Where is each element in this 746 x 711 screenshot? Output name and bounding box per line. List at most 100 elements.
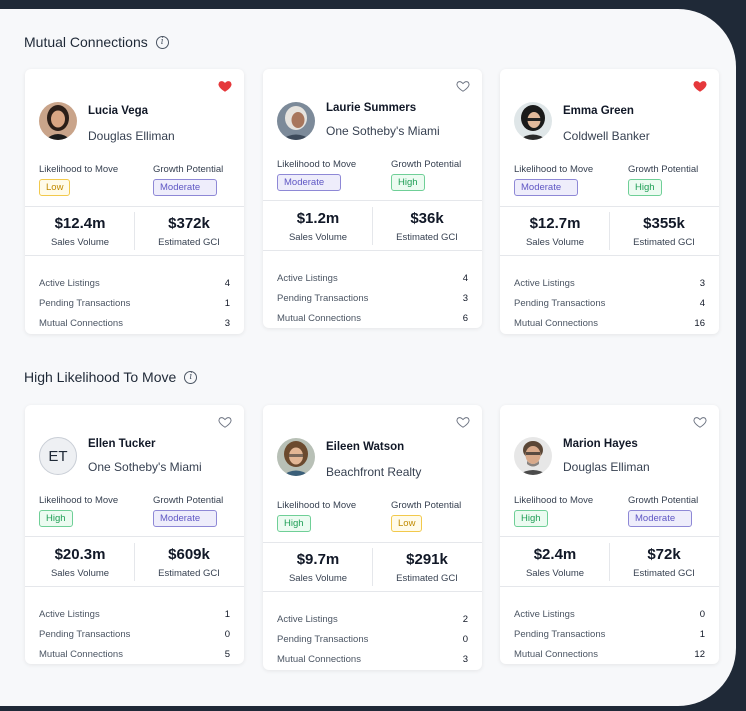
agent-card[interactable]: Lucia Vega Douglas Elliman Likelihood to…	[25, 69, 244, 334]
section-title-text: Mutual Connections	[24, 34, 148, 50]
pending-transactions-value: 1	[224, 298, 230, 309]
avatar	[39, 102, 77, 140]
divider	[25, 206, 244, 207]
growth-badge: Low	[391, 515, 423, 532]
mutual-connections-value: 16	[694, 318, 705, 329]
likelihood-label: Likelihood to Move	[277, 159, 357, 170]
growth-badge: Moderate	[628, 510, 692, 527]
agent-card[interactable]: ET Ellen Tucker One Sotheby's Miami Like…	[25, 405, 244, 664]
heart-icon[interactable]	[693, 79, 707, 93]
avatar	[514, 437, 552, 475]
divider	[263, 250, 482, 251]
mutual-connections-label: Mutual Connections	[514, 318, 598, 329]
heart-icon[interactable]	[456, 79, 470, 93]
agent-name[interactable]: Lucia Vega	[88, 105, 148, 117]
growth-label: Growth Potential	[628, 495, 699, 506]
mutual-connections-label: Mutual Connections	[277, 313, 361, 324]
agent-name[interactable]: Emma Green	[563, 105, 634, 117]
mutual-connections-value: 3	[224, 318, 230, 329]
sales-volume-label: Sales Volume	[525, 237, 585, 248]
avatar	[277, 102, 315, 140]
gci-label: Estimated GCI	[396, 232, 458, 243]
pending-transactions-label: Pending Transactions	[39, 298, 131, 309]
active-listings-label: Active Listings	[514, 278, 575, 289]
active-listings-value: 1	[224, 609, 230, 620]
sales-volume-label: Sales Volume	[525, 568, 585, 579]
heart-icon[interactable]	[456, 415, 470, 429]
sales-volume-label: Sales Volume	[50, 568, 110, 579]
avatar	[514, 102, 552, 140]
growth-badge: Moderate	[153, 179, 217, 196]
growth-badge: High	[628, 179, 662, 196]
sales-volume-value: $9.7m	[296, 551, 340, 568]
gci-value: $372k	[168, 215, 210, 232]
active-listings-value: 3	[699, 278, 705, 289]
gci-label: Estimated GCI	[158, 568, 220, 579]
divider	[500, 255, 719, 256]
sales-volume-value: $12.7m	[529, 215, 581, 232]
sales-volume-value: $1.2m	[296, 210, 340, 227]
growth-label: Growth Potential	[391, 500, 462, 511]
likelihood-badge: Moderate	[514, 179, 578, 196]
agent-company: Beachfront Realty	[326, 465, 422, 479]
pending-transactions-label: Pending Transactions	[514, 629, 606, 640]
divider	[500, 586, 719, 587]
heart-icon[interactable]	[218, 415, 232, 429]
heart-icon[interactable]	[693, 415, 707, 429]
agent-name[interactable]: Laurie Summers	[326, 102, 416, 114]
agent-company: Coldwell Banker	[563, 129, 650, 143]
agent-name[interactable]: Ellen Tucker	[88, 438, 156, 450]
agent-card[interactable]: Emma Green Coldwell Banker Likelihood to…	[500, 69, 719, 334]
sales-volume-value: $20.3m	[54, 546, 106, 563]
pending-transactions-label: Pending Transactions	[39, 629, 131, 640]
main-panel: Mutual Connections i Lucia Vega Douglas …	[0, 9, 736, 706]
agent-company: Douglas Elliman	[88, 129, 175, 143]
divider	[25, 536, 244, 537]
pending-transactions-value: 4	[699, 298, 705, 309]
mutual-connections-value: 3	[462, 654, 468, 665]
gci-label: Estimated GCI	[396, 573, 458, 584]
likelihood-label: Likelihood to Move	[277, 500, 357, 511]
heart-icon[interactable]	[218, 79, 232, 93]
mutual-connections-label: Mutual Connections	[39, 318, 123, 329]
likelihood-badge: High	[39, 510, 73, 527]
active-listings-value: 0	[699, 609, 705, 620]
sales-volume-label: Sales Volume	[288, 573, 348, 584]
likelihood-badge: Low	[39, 179, 71, 196]
active-listings-value: 4	[462, 273, 468, 284]
agent-card[interactable]: Marion Hayes Douglas Elliman Likelihood …	[500, 405, 719, 664]
active-listings-label: Active Listings	[277, 614, 338, 625]
info-icon[interactable]: i	[184, 370, 198, 384]
gci-label: Estimated GCI	[158, 237, 220, 248]
divider	[263, 591, 482, 592]
sales-volume-value: $12.4m	[54, 215, 106, 232]
gci-value: $355k	[643, 215, 685, 232]
mutual-connections-label: Mutual Connections	[514, 649, 598, 660]
agent-name[interactable]: Eileen Watson	[326, 441, 404, 453]
agent-company: Douglas Elliman	[563, 460, 650, 474]
likelihood-badge: High	[277, 515, 311, 532]
section-title-text: High Likelihood To Move	[24, 369, 177, 385]
growth-label: Growth Potential	[628, 164, 699, 175]
active-listings-value: 2	[462, 614, 468, 625]
gci-value: $36k	[410, 210, 444, 227]
mutual-connections-label: Mutual Connections	[39, 649, 123, 660]
agent-card[interactable]: Laurie Summers One Sotheby's Miami Likel…	[263, 69, 482, 328]
avatar	[277, 438, 315, 476]
growth-badge: Moderate	[153, 510, 217, 527]
mutual-connections-value: 12	[694, 649, 705, 660]
section-title: Mutual Connections i	[24, 34, 169, 50]
agent-company: One Sotheby's Miami	[326, 124, 440, 138]
agent-company: One Sotheby's Miami	[88, 460, 202, 474]
info-icon[interactable]: i	[155, 35, 169, 49]
active-listings-label: Active Listings	[277, 273, 338, 284]
agent-name[interactable]: Marion Hayes	[563, 438, 638, 450]
section-title: High Likelihood To Move i	[24, 369, 198, 385]
gci-label: Estimated GCI	[633, 568, 695, 579]
divider	[263, 200, 482, 201]
sales-volume-label: Sales Volume	[288, 232, 348, 243]
agent-card[interactable]: Eileen Watson Beachfront Realty Likeliho…	[263, 405, 482, 670]
sales-volume-value: $2.4m	[533, 546, 577, 563]
pending-transactions-value: 3	[462, 293, 468, 304]
active-listings-value: 4	[224, 278, 230, 289]
